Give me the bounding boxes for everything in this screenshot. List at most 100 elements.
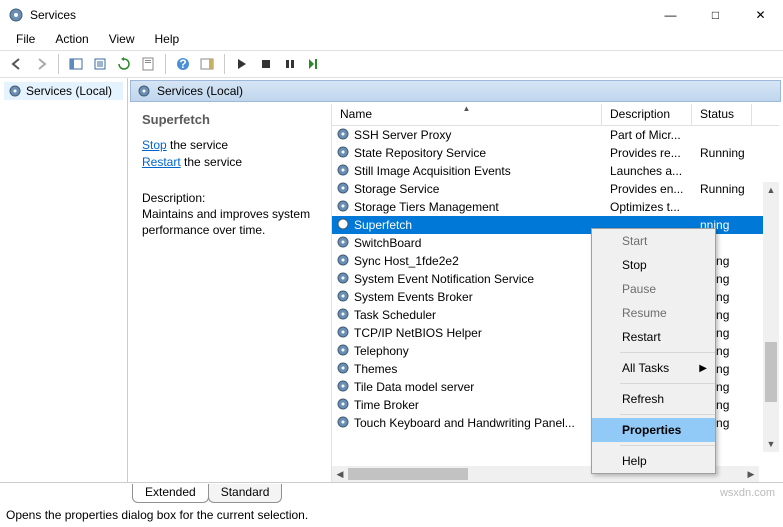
menu-pause: Pause (592, 277, 715, 301)
svg-text:?: ? (179, 57, 186, 71)
forward-button[interactable] (30, 53, 52, 75)
maximize-button[interactable]: □ (693, 0, 738, 30)
column-description[interactable]: Description (602, 104, 692, 125)
restart-service-link[interactable]: Restart (142, 155, 181, 169)
menu-resume: Resume (592, 301, 715, 325)
service-name: State Repository Service (354, 146, 486, 160)
help-button[interactable]: ? (172, 53, 194, 75)
service-name: Time Broker (354, 398, 419, 412)
view-tabs: Extended Standard (0, 483, 783, 505)
menu-restart[interactable]: Restart (592, 325, 715, 349)
show-hide-tree-button[interactable] (65, 53, 87, 75)
window-title: Services (30, 8, 76, 22)
gear-icon (8, 84, 22, 98)
right-pane-title: Services (Local) (157, 84, 243, 98)
service-desc: Provides re... (602, 146, 692, 160)
close-button[interactable]: ✕ (738, 0, 783, 30)
menu-start: Start (592, 229, 715, 253)
menu-properties[interactable]: Properties (592, 418, 715, 442)
refresh-button[interactable] (113, 53, 135, 75)
context-menu: Start Stop Pause Resume Restart All Task… (591, 228, 716, 474)
pause-service-button[interactable] (279, 53, 301, 75)
gear-icon (336, 379, 350, 396)
vertical-scrollbar[interactable]: ▲ ▼ (763, 182, 779, 452)
service-name: Sync Host_1fde2e2 (354, 254, 459, 268)
service-desc: Part of Micr... (602, 128, 692, 142)
service-name: Tile Data model server (354, 380, 474, 394)
service-row[interactable]: Storage Service Provides en...Running (332, 180, 779, 198)
minimize-button[interactable]: — (648, 0, 693, 30)
stop-service-button[interactable] (255, 53, 277, 75)
service-row[interactable]: SSH Server Proxy Part of Micr... (332, 126, 779, 144)
gear-icon (336, 145, 350, 162)
description-label: Description: (142, 191, 321, 205)
service-name: TCP/IP NetBIOS Helper (354, 326, 482, 340)
service-name: SSH Server Proxy (354, 128, 451, 142)
detail-pane: Superfetch Stop the service Restart the … (132, 104, 332, 482)
service-desc: Provides en... (602, 182, 692, 196)
service-name: System Events Broker (354, 290, 473, 304)
console-tree: Services (Local) (0, 78, 128, 482)
gear-icon (336, 415, 350, 432)
action-pane-button[interactable] (196, 53, 218, 75)
menu-refresh[interactable]: Refresh (592, 387, 715, 411)
menu-view[interactable]: View (99, 30, 145, 50)
properties-button[interactable] (137, 53, 159, 75)
service-row[interactable]: Still Image Acquisition Events Launches a… (332, 162, 779, 180)
gear-icon (336, 199, 350, 216)
app-icon (8, 7, 24, 23)
gear-icon (336, 361, 350, 378)
service-name: Still Image Acquisition Events (354, 164, 511, 178)
service-name: Telephony (354, 344, 409, 358)
gear-icon (137, 84, 151, 98)
chevron-right-icon: ▶ (699, 363, 707, 374)
column-status[interactable]: Status (692, 104, 752, 125)
gear-icon (336, 325, 350, 342)
service-status: Running (692, 146, 752, 160)
stop-service-link[interactable]: Stop (142, 138, 167, 152)
service-name: Themes (354, 362, 397, 376)
description-text: Maintains and improves system performanc… (142, 206, 321, 238)
menu-action[interactable]: Action (45, 30, 98, 50)
gear-icon (336, 217, 350, 234)
service-desc: Optimizes t... (602, 200, 692, 214)
export-list-button[interactable] (89, 53, 111, 75)
restart-service-button[interactable] (303, 53, 325, 75)
service-name: Superfetch (354, 218, 412, 232)
service-status: Running (692, 182, 752, 196)
service-row[interactable]: Storage Tiers ManagementOptimizes t... (332, 198, 779, 216)
tab-standard[interactable]: Standard (208, 484, 283, 503)
menu-stop[interactable]: Stop (592, 253, 715, 277)
start-service-button[interactable] (231, 53, 253, 75)
tree-item-label: Services (Local) (26, 84, 112, 98)
gear-icon (336, 289, 350, 306)
menu-all-tasks[interactable]: All Tasks▶ (592, 356, 715, 380)
back-button[interactable] (6, 53, 28, 75)
watermark: wsxdn.com (720, 487, 775, 499)
service-name: Task Scheduler (354, 308, 436, 322)
menubar: File Action View Help (0, 30, 783, 50)
gear-icon (336, 397, 350, 414)
statusbar: Opens the properties dialog box for the … (0, 505, 783, 527)
gear-icon (336, 271, 350, 288)
gear-icon (336, 127, 350, 144)
gear-icon (336, 181, 350, 198)
service-name: System Event Notification Service (354, 272, 534, 286)
right-pane-header: Services (Local) (130, 80, 781, 102)
gear-icon (336, 343, 350, 360)
gear-icon (336, 307, 350, 324)
column-name[interactable]: Name▲ (332, 104, 602, 125)
tab-extended[interactable]: Extended (132, 484, 209, 503)
detail-heading: Superfetch (142, 112, 321, 127)
gear-icon (336, 253, 350, 270)
service-row[interactable]: State Repository Service Provides re...Ru… (332, 144, 779, 162)
service-name: Touch Keyboard and Handwriting Panel... (354, 416, 575, 430)
titlebar: Services — □ ✕ (0, 0, 783, 30)
menu-help[interactable]: Help (592, 449, 715, 473)
service-name: Storage Service (354, 182, 439, 196)
menu-file[interactable]: File (6, 30, 45, 50)
menu-help[interactable]: Help (145, 30, 190, 50)
gear-icon (336, 235, 350, 252)
tree-services-local[interactable]: Services (Local) (4, 82, 123, 100)
service-desc: Launches a... (602, 164, 692, 178)
